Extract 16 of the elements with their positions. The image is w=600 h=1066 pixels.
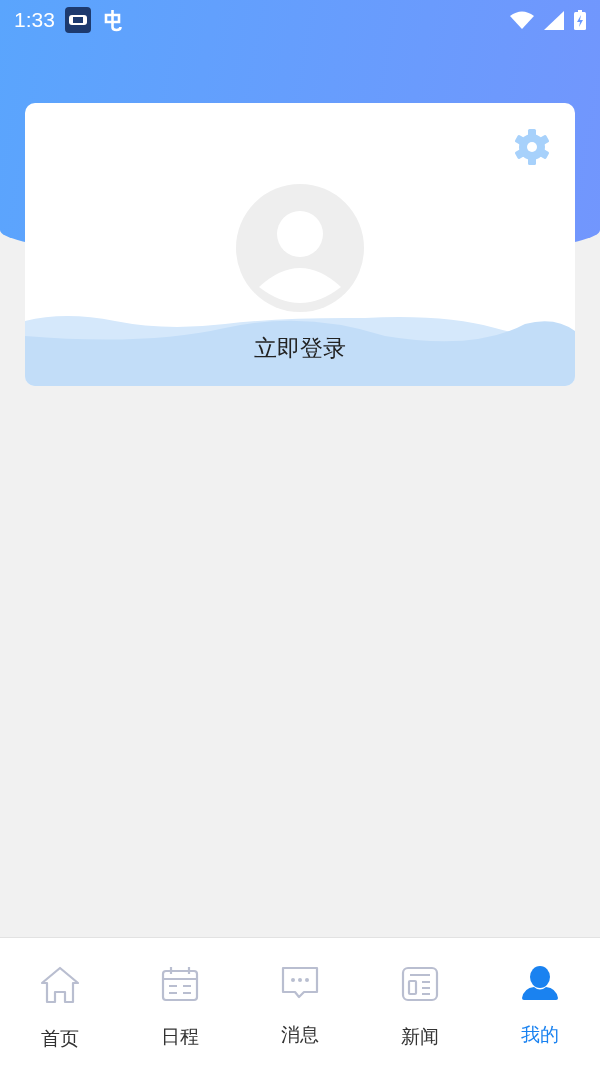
home-icon	[40, 966, 80, 1004]
nav-tab[interactable]: 消息	[240, 938, 360, 1066]
message-icon	[281, 966, 319, 1000]
settings-icon[interactable]	[513, 128, 551, 166]
signal-icon	[544, 10, 564, 30]
wifi-icon	[510, 11, 534, 29]
game-console-icon	[64, 7, 91, 33]
nav-tab[interactable]: 日程	[120, 938, 240, 1066]
nav-tab[interactable]: 首页	[0, 938, 120, 1066]
news-icon	[401, 966, 439, 1002]
calendar-icon	[161, 966, 199, 1002]
nav-tab[interactable]: 新闻	[360, 938, 480, 1066]
status-time: 1:33	[14, 7, 55, 34]
battery-icon	[574, 10, 586, 30]
person-icon	[522, 966, 558, 1000]
nav-tab[interactable]: 我的	[480, 938, 600, 1066]
